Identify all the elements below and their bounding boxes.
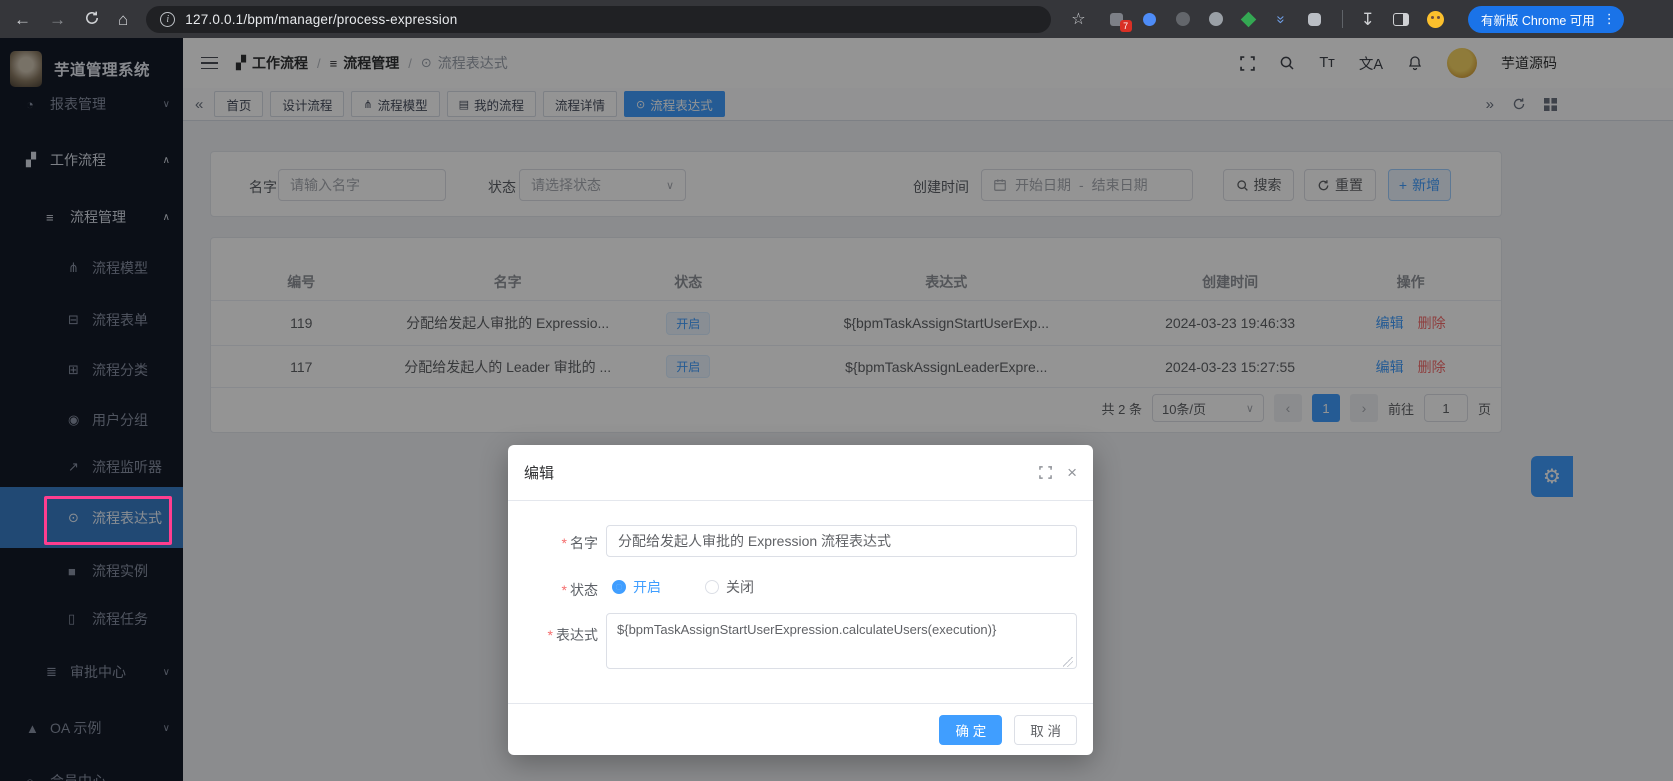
radio-unselected-icon — [705, 580, 719, 594]
browser-reload-icon[interactable] — [84, 10, 100, 29]
dialog-name-label: * 名字 — [561, 535, 598, 551]
dialog-footer: 确 定 取 消 — [508, 703, 1093, 755]
gray-extension-icon[interactable] — [1207, 10, 1225, 28]
dialog-header: 编辑 × — [508, 445, 1093, 501]
dialog-fullscreen-icon[interactable] — [1039, 466, 1053, 479]
extension-badge: 7 — [1119, 20, 1132, 32]
dialog-status-radio-group: 开启 关闭 — [612, 577, 754, 597]
green-extension-icon[interactable] — [1240, 10, 1258, 28]
address-bar[interactable]: i 127.0.0.1/bpm/manager/process-expressi… — [146, 5, 1052, 33]
highlight-annotation-box — [44, 496, 172, 545]
dark-extension-icon[interactable] — [1174, 10, 1192, 28]
extensions-row: 7 » — [1108, 10, 1324, 32]
dialog-status-label: * 状态 — [561, 582, 598, 598]
radio-status-on[interactable]: 开启 — [612, 577, 661, 597]
browser-forward-icon[interactable]: → — [49, 11, 66, 28]
chrome-update-label: 有新版 Chrome 可用 — [1480, 13, 1595, 28]
browser-menu-icon[interactable]: ⋮ — [1603, 11, 1616, 27]
extension-icon[interactable]: 7 — [1108, 10, 1132, 32]
dialog-expression-label: * 表达式 — [547, 627, 598, 643]
chrome-update-button[interactable]: 有新版 Chrome 可用 ⋮ — [1467, 5, 1624, 33]
dialog-close-icon[interactable]: × — [1067, 464, 1077, 481]
url-text[interactable]: 127.0.0.1/bpm/manager/process-expression — [185, 12, 457, 27]
dialog-expression-textarea[interactable]: ${bpmTaskAssignStartUserExpression.calcu… — [606, 613, 1077, 669]
downloads-icon[interactable]: ↧ — [1361, 11, 1375, 28]
side-panel-icon[interactable] — [1392, 12, 1409, 26]
textarea-resize-handle[interactable] — [1063, 657, 1073, 667]
site-info-icon[interactable]: i — [160, 11, 176, 27]
bookmark-star-icon[interactable]: ☆ — [1071, 9, 1085, 29]
screenshot-root: ← → ⌂ i 127.0.0.1/bpm/manager/process-ex… — [0, 0, 1673, 781]
lighthouse-extension-icon[interactable] — [1141, 10, 1159, 28]
radio-status-off[interactable]: 关闭 — [705, 577, 754, 597]
toolbar-divider — [1341, 10, 1343, 28]
blue-chevrons-extension-icon[interactable]: » — [1273, 10, 1291, 28]
confirm-button[interactable]: 确 定 — [939, 714, 1003, 745]
dialog-title: 编辑 — [524, 465, 555, 482]
browser-chrome: ← → ⌂ i 127.0.0.1/bpm/manager/process-ex… — [0, 0, 1673, 38]
browser-back-icon[interactable]: ← — [14, 11, 31, 28]
emoji-extension-icon[interactable] — [1426, 10, 1444, 28]
extensions-puzzle-icon[interactable] — [1306, 10, 1324, 28]
edit-dialog: 编辑 × *名字 *状态 开启 关闭 *表达式 ${bpmTaskAssignS… — [508, 445, 1093, 755]
browser-home-icon[interactable]: ⌂ — [118, 11, 128, 28]
radio-selected-icon — [612, 580, 626, 594]
cancel-button[interactable]: 取 消 — [1014, 714, 1077, 745]
dialog-name-input[interactable] — [606, 525, 1077, 557]
